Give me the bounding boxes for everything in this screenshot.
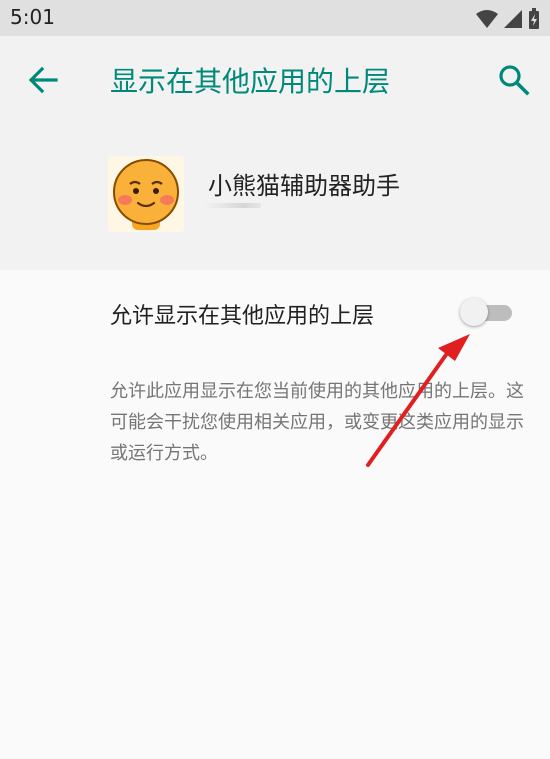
wifi-icon [476, 9, 498, 29]
app-subtitle-placeholder [205, 203, 261, 208]
setting-label: 允许显示在其他应用的上层 [110, 304, 375, 329]
allow-overlay-setting[interactable]: 允许显示在其他应用的上层 [0, 270, 550, 354]
toggle-thumb [460, 298, 488, 326]
search-icon [496, 65, 532, 102]
status-bar: 5:01 [0, 0, 550, 36]
search-button[interactable] [496, 62, 532, 98]
page-title: 显示在其他应用的上层 [110, 65, 391, 98]
app-icon [108, 156, 184, 232]
back-button[interactable] [24, 62, 64, 98]
app-name: 小熊猫辅助器助手 [208, 172, 400, 200]
app-bar: 显示在其他应用的上层 [0, 36, 550, 124]
status-time: 5:01 [10, 5, 55, 29]
cellular-signal-icon [504, 9, 522, 29]
app-header: 小熊猫辅助器助手 [0, 124, 550, 270]
status-icons [476, 8, 540, 30]
smiley-face-icon [108, 159, 184, 236]
battery-charging-icon [528, 8, 540, 30]
setting-description: 允许此应用显示在您当前使用的其他应用的上层。这可能会干扰您使用相关应用，或变更这… [110, 381, 524, 464]
allow-overlay-toggle[interactable] [460, 297, 516, 327]
arrow-back-icon [24, 66, 64, 102]
